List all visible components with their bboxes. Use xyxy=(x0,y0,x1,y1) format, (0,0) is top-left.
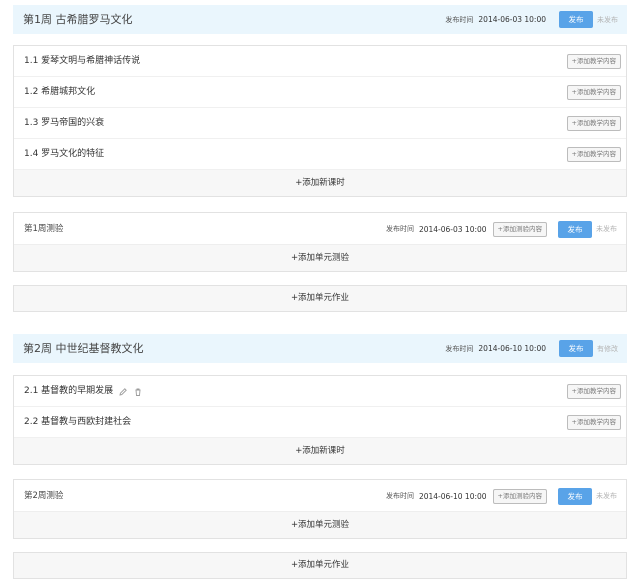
week2-title: 第2周 中世纪基督教文化 xyxy=(23,342,144,355)
lesson-row[interactable]: 1.2 希腊城邦文化 +添加教学内容 xyxy=(14,77,626,108)
week2-publish-time-label: 发布时间 xyxy=(445,344,474,353)
week1-publish-time-label: 发布时间 xyxy=(445,15,474,24)
week2-lessons-panel: 2.1 基督教的早期发展 +添加教学内容 2.2 基督教与西欧封建社会 +添加教… xyxy=(13,375,627,465)
week1-title: 第1周 古希腊罗马文化 xyxy=(23,13,133,26)
lesson-row[interactable]: 2.1 基督教的早期发展 +添加教学内容 xyxy=(14,376,626,407)
week2-publish-button[interactable]: 发布 xyxy=(559,340,593,357)
quiz-title: 第2周测验 xyxy=(24,491,64,501)
add-content-button[interactable]: +添加教学内容 xyxy=(566,415,621,430)
add-lesson-button[interactable]: +添加新课时 xyxy=(14,170,626,196)
week1-status: 未发布 xyxy=(597,15,618,24)
lesson-title-row: 2.1 基督教的早期发展 xyxy=(24,376,143,407)
add-lesson-button[interactable]: +添加新课时 xyxy=(14,438,626,464)
add-content-button[interactable]: +添加教学内容 xyxy=(566,147,621,162)
quiz-status: 未发布 xyxy=(596,492,617,500)
quiz-row: 第2周测验 发布时间 2014-06-10 10:00 +添加测验内容 发布 未… xyxy=(14,480,626,512)
add-unit-homework-button[interactable]: +添加单元作业 xyxy=(13,552,627,579)
trash-icon[interactable] xyxy=(133,387,143,397)
quiz-publish-button[interactable]: 发布 xyxy=(558,220,592,238)
quiz-publish-time: 2014-06-10 10:00 xyxy=(418,491,487,501)
quiz-publish-button[interactable]: 发布 xyxy=(558,487,592,505)
lesson-title: 1.2 希腊城邦文化 xyxy=(24,87,96,97)
lesson-row[interactable]: 1.3 罗马帝国的兴衰 +添加教学内容 xyxy=(14,108,626,139)
lesson-row[interactable]: 1.1 爱琴文明与希腊神话传说 +添加教学内容 xyxy=(14,46,626,77)
quiz-publish-time-label: 发布时间 xyxy=(385,225,414,233)
add-unit-quiz-button[interactable]: +添加单元测验 xyxy=(14,245,626,271)
week1-quiz-panel: 第1周测验 发布时间 2014-06-03 10:00 +添加测验内容 发布 未… xyxy=(13,212,627,272)
add-quiz-content-button[interactable]: +添加测验内容 xyxy=(492,488,547,504)
lesson-title: 2.1 基督教的早期发展 xyxy=(24,386,114,396)
quiz-title: 第1周测验 xyxy=(24,224,64,234)
add-content-button[interactable]: +添加教学内容 xyxy=(566,384,621,399)
quiz-publish-time: 2014-06-03 10:00 xyxy=(418,224,487,234)
add-content-button[interactable]: +添加教学内容 xyxy=(566,116,621,131)
week2-header: 第2周 中世纪基督教文化 发布时间 2014-06-10 10:00 发布 有修… xyxy=(13,334,627,363)
add-unit-homework-button[interactable]: +添加单元作业 xyxy=(13,285,627,312)
week1-publish-time: 2014-06-03 10:00 xyxy=(478,15,546,24)
add-content-button[interactable]: +添加教学内容 xyxy=(566,54,621,69)
lesson-title: 1.3 罗马帝国的兴衰 xyxy=(24,118,105,128)
quiz-status: 未发布 xyxy=(596,225,617,233)
add-quiz-content-button[interactable]: +添加测验内容 xyxy=(492,221,547,237)
lesson-row[interactable]: 2.2 基督教与西欧封建社会 +添加教学内容 xyxy=(14,407,626,438)
week2-quiz-panel: 第2周测验 发布时间 2014-06-10 10:00 +添加测验内容 发布 未… xyxy=(13,479,627,539)
lesson-title: 1.4 罗马文化的特征 xyxy=(24,149,105,159)
quiz-publish-time-label: 发布时间 xyxy=(385,492,414,500)
lesson-title: 2.2 基督教与西欧封建社会 xyxy=(24,417,132,427)
week1-header: 第1周 古希腊罗马文化 发布时间 2014-06-03 10:00 发布 未发布 xyxy=(13,5,627,34)
week1-lessons-panel: 1.1 爱琴文明与希腊神话传说 +添加教学内容 1.2 希腊城邦文化 +添加教学… xyxy=(13,45,627,197)
lesson-row[interactable]: 1.4 罗马文化的特征 +添加教学内容 xyxy=(14,139,626,170)
quiz-row: 第1周测验 发布时间 2014-06-03 10:00 +添加测验内容 发布 未… xyxy=(14,213,626,245)
add-content-button[interactable]: +添加教学内容 xyxy=(566,85,621,100)
add-unit-quiz-button[interactable]: +添加单元测验 xyxy=(14,512,626,538)
week1-publish-button[interactable]: 发布 xyxy=(559,11,593,28)
pencil-icon[interactable] xyxy=(118,387,128,397)
week2-status: 有修改 xyxy=(597,344,618,353)
week2-publish-time: 2014-06-10 10:00 xyxy=(478,344,546,353)
lesson-title: 1.1 爱琴文明与希腊神话传说 xyxy=(24,56,141,66)
